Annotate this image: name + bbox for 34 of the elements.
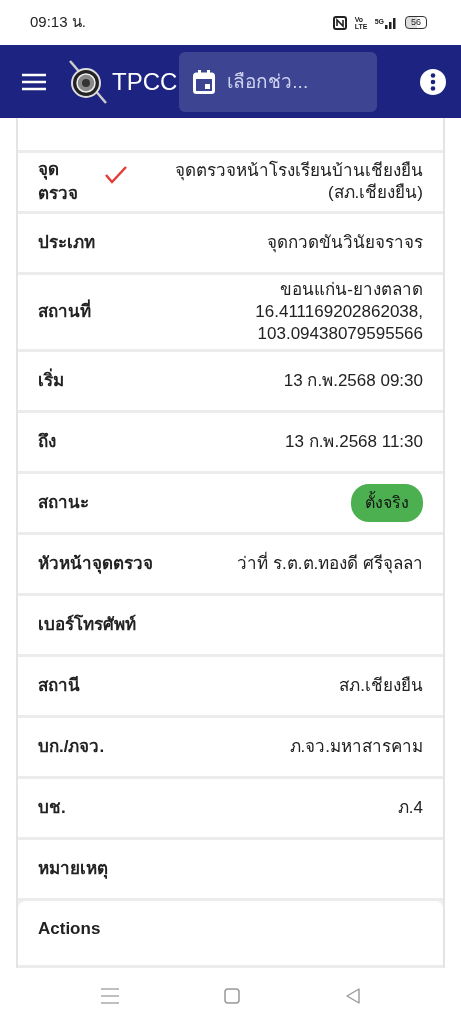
field-value: ขอนแก่น-ยางตลาด 16.411169202862038, 103.09438079595566: [254, 279, 423, 346]
emblem-icon: [66, 58, 110, 105]
back-icon[interactable]: [344, 988, 361, 1004]
field-value: ภ.4: [397, 797, 423, 820]
field-value: ภ.จว.มหาสารคาม: [289, 736, 423, 759]
field-label: จุดตรวจ: [38, 159, 79, 205]
field-value: 13 ก.พ.2568 09:30: [283, 370, 423, 393]
signal-icon: [385, 16, 397, 29]
field-value: จุดกวดขันวินัยจราจร: [267, 231, 423, 255]
field-label: สถานะ: [38, 492, 89, 515]
more-options-icon[interactable]: [419, 67, 447, 96]
field-label: สถานที่: [38, 300, 91, 325]
status-time: 09:13 น.: [30, 12, 86, 33]
date-range-field[interactable]: เลือกช่ว...: [179, 51, 378, 112]
nfc-icon: [332, 15, 347, 30]
field-label: หัวหน้าจุดตรวจ: [38, 553, 153, 576]
field-label: บก./ภจว.: [38, 736, 105, 759]
field-label: บช.: [38, 797, 67, 820]
field-label: เริ่ม: [38, 369, 84, 394]
field-value: จุดตรวจหน้าโรงเรียนบ้านเชียงยืน (สภ.เชียงยืน): [174, 159, 423, 204]
field-value: ว่าที่ ร.ต.ต.ทองดี ศรีจุลลา: [237, 553, 423, 576]
field-label: หมายเหตุ: [38, 858, 108, 881]
field-label: สถานี: [38, 675, 81, 698]
checkmark-icon: [105, 165, 128, 184]
field-label: ถึง: [38, 431, 57, 454]
app-title: TPCC: [112, 66, 178, 97]
field-label: เบอร์โทรศัพท์: [38, 613, 136, 637]
status-chip: ตั้งจริง: [351, 484, 423, 523]
actions-heading: Actions: [38, 918, 101, 941]
field-label: ประเภท: [38, 232, 95, 255]
battery-indicator: 56: [405, 16, 427, 29]
field-value: สภ.เชียงยืน: [339, 675, 423, 698]
home-icon[interactable]: [223, 988, 240, 1004]
field-value: 13 ก.พ.2568 11:30: [285, 431, 423, 454]
